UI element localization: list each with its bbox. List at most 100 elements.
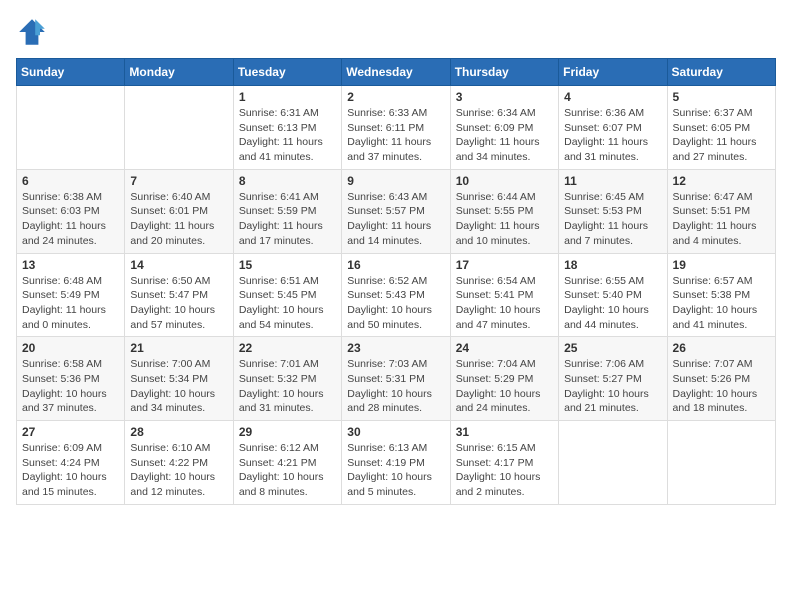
day-info: Sunrise: 7:04 AM Sunset: 5:29 PM Dayligh… [456, 357, 553, 416]
calendar-cell: 3 Sunrise: 6:34 AM Sunset: 6:09 PM Daylig… [450, 86, 558, 170]
day-number: 27 [22, 425, 119, 439]
calendar-cell: 13 Sunrise: 6:48 AM Sunset: 5:49 PM Dayli… [17, 253, 125, 337]
calendar-cell: 6 Sunrise: 6:38 AM Sunset: 6:03 PM Daylig… [17, 169, 125, 253]
calendar-cell [667, 421, 775, 505]
day-info: Sunrise: 6:40 AM Sunset: 6:01 PM Dayligh… [130, 190, 227, 249]
day-header-tuesday: Tuesday [233, 59, 341, 86]
day-info: Sunrise: 6:52 AM Sunset: 5:43 PM Dayligh… [347, 274, 444, 333]
day-info: Sunrise: 7:01 AM Sunset: 5:32 PM Dayligh… [239, 357, 336, 416]
calendar-cell: 15 Sunrise: 6:51 AM Sunset: 5:45 PM Dayli… [233, 253, 341, 337]
day-number: 22 [239, 341, 336, 355]
calendar-cell: 2Sunrise: 6:33 AM Sunset: 6:11 PM Daylig… [342, 86, 450, 170]
page-header [16, 16, 776, 48]
day-number: 30 [347, 425, 444, 439]
day-number: 20 [22, 341, 119, 355]
calendar-cell [559, 421, 667, 505]
day-info: Sunrise: 6:47 AM Sunset: 5:51 PM Dayligh… [673, 190, 770, 249]
calendar-cell: 14 Sunrise: 6:50 AM Sunset: 5:47 PM Dayli… [125, 253, 233, 337]
calendar-cell: 16 Sunrise: 6:52 AM Sunset: 5:43 PM Dayli… [342, 253, 450, 337]
day-number: 23 [347, 341, 444, 355]
day-number: 18 [564, 258, 661, 272]
day-header-wednesday: Wednesday [342, 59, 450, 86]
day-info: Sunrise: 6:57 AM Sunset: 5:38 PM Dayligh… [673, 274, 770, 333]
calendar-cell: 20 Sunrise: 6:58 AM Sunset: 5:36 PM Dayli… [17, 337, 125, 421]
day-info: Sunrise: 6:55 AM Sunset: 5:40 PM Dayligh… [564, 274, 661, 333]
calendar-cell: 1 Sunrise: 6:31 AM Sunset: 6:13 PM Daylig… [233, 86, 341, 170]
day-info: Sunrise: 6:34 AM Sunset: 6:09 PM Dayligh… [456, 106, 553, 165]
day-info: Sunrise: 6:37 AM Sunset: 6:05 PM Dayligh… [673, 106, 770, 165]
day-number: 11 [564, 174, 661, 188]
day-header-saturday: Saturday [667, 59, 775, 86]
logo-icon [16, 16, 48, 48]
day-info: Sunrise: 6:33 AM Sunset: 6:11 PM Dayligh… [347, 106, 444, 165]
calendar-cell: 10Sunrise: 6:44 AM Sunset: 5:55 PM Dayli… [450, 169, 558, 253]
calendar-cell [125, 86, 233, 170]
day-info: Sunrise: 6:45 AM Sunset: 5:53 PM Dayligh… [564, 190, 661, 249]
calendar-cell: 27 Sunrise: 6:09 AM Sunset: 4:24 PM Dayli… [17, 421, 125, 505]
calendar-cell: 23 Sunrise: 7:03 AM Sunset: 5:31 PM Dayli… [342, 337, 450, 421]
calendar-cell: 8Sunrise: 6:41 AM Sunset: 5:59 PM Daylig… [233, 169, 341, 253]
calendar-cell: 30 Sunrise: 6:13 AM Sunset: 4:19 PM Dayli… [342, 421, 450, 505]
calendar-cell: 19 Sunrise: 6:57 AM Sunset: 5:38 PM Dayli… [667, 253, 775, 337]
calendar-week-row: 20 Sunrise: 6:58 AM Sunset: 5:36 PM Dayli… [17, 337, 776, 421]
day-info: Sunrise: 6:58 AM Sunset: 5:36 PM Dayligh… [22, 357, 119, 416]
calendar-week-row: 13 Sunrise: 6:48 AM Sunset: 5:49 PM Dayli… [17, 253, 776, 337]
day-number: 21 [130, 341, 227, 355]
day-number: 1 [239, 90, 336, 104]
calendar-cell: 9Sunrise: 6:43 AM Sunset: 5:57 PM Daylig… [342, 169, 450, 253]
calendar-cell: 18 Sunrise: 6:55 AM Sunset: 5:40 PM Dayli… [559, 253, 667, 337]
day-number: 16 [347, 258, 444, 272]
day-info: Sunrise: 7:00 AM Sunset: 5:34 PM Dayligh… [130, 357, 227, 416]
calendar-cell: 22 Sunrise: 7:01 AM Sunset: 5:32 PM Dayli… [233, 337, 341, 421]
calendar-week-row: 6 Sunrise: 6:38 AM Sunset: 6:03 PM Daylig… [17, 169, 776, 253]
calendar-cell: 28Sunrise: 6:10 AM Sunset: 4:22 PM Dayli… [125, 421, 233, 505]
day-info: Sunrise: 6:48 AM Sunset: 5:49 PM Dayligh… [22, 274, 119, 333]
day-info: Sunrise: 6:54 AM Sunset: 5:41 PM Dayligh… [456, 274, 553, 333]
day-number: 9 [347, 174, 444, 188]
day-info: Sunrise: 6:31 AM Sunset: 6:13 PM Dayligh… [239, 106, 336, 165]
day-info: Sunrise: 6:36 AM Sunset: 6:07 PM Dayligh… [564, 106, 661, 165]
day-header-sunday: Sunday [17, 59, 125, 86]
calendar-table: SundayMondayTuesdayWednesdayThursdayFrid… [16, 58, 776, 505]
day-header-monday: Monday [125, 59, 233, 86]
calendar-cell: 17Sunrise: 6:54 AM Sunset: 5:41 PM Dayli… [450, 253, 558, 337]
day-number: 7 [130, 174, 227, 188]
calendar-cell: 31Sunrise: 6:15 AM Sunset: 4:17 PM Dayli… [450, 421, 558, 505]
calendar-week-row: 1 Sunrise: 6:31 AM Sunset: 6:13 PM Daylig… [17, 86, 776, 170]
day-number: 13 [22, 258, 119, 272]
day-number: 6 [22, 174, 119, 188]
day-number: 14 [130, 258, 227, 272]
calendar-header-row: SundayMondayTuesdayWednesdayThursdayFrid… [17, 59, 776, 86]
day-info: Sunrise: 6:41 AM Sunset: 5:59 PM Dayligh… [239, 190, 336, 249]
day-number: 19 [673, 258, 770, 272]
calendar-cell: 24 Sunrise: 7:04 AM Sunset: 5:29 PM Dayli… [450, 337, 558, 421]
day-number: 26 [673, 341, 770, 355]
day-info: Sunrise: 6:15 AM Sunset: 4:17 PM Dayligh… [456, 441, 553, 500]
day-number: 28 [130, 425, 227, 439]
day-number: 15 [239, 258, 336, 272]
calendar-cell [17, 86, 125, 170]
day-number: 29 [239, 425, 336, 439]
day-number: 24 [456, 341, 553, 355]
calendar-week-row: 27 Sunrise: 6:09 AM Sunset: 4:24 PM Dayli… [17, 421, 776, 505]
calendar-cell: 26Sunrise: 7:07 AM Sunset: 5:26 PM Dayli… [667, 337, 775, 421]
day-info: Sunrise: 6:13 AM Sunset: 4:19 PM Dayligh… [347, 441, 444, 500]
calendar-cell: 7 Sunrise: 6:40 AM Sunset: 6:01 PM Daylig… [125, 169, 233, 253]
day-info: Sunrise: 7:06 AM Sunset: 5:27 PM Dayligh… [564, 357, 661, 416]
calendar-cell: 11 Sunrise: 6:45 AM Sunset: 5:53 PM Dayli… [559, 169, 667, 253]
day-number: 12 [673, 174, 770, 188]
calendar-cell: 29 Sunrise: 6:12 AM Sunset: 4:21 PM Dayli… [233, 421, 341, 505]
calendar-cell: 21 Sunrise: 7:00 AM Sunset: 5:34 PM Dayli… [125, 337, 233, 421]
day-number: 3 [456, 90, 553, 104]
day-info: Sunrise: 6:38 AM Sunset: 6:03 PM Dayligh… [22, 190, 119, 249]
day-info: Sunrise: 6:44 AM Sunset: 5:55 PM Dayligh… [456, 190, 553, 249]
logo [16, 16, 52, 48]
calendar-cell: 12 Sunrise: 6:47 AM Sunset: 5:51 PM Dayli… [667, 169, 775, 253]
day-info: Sunrise: 6:12 AM Sunset: 4:21 PM Dayligh… [239, 441, 336, 500]
day-info: Sunrise: 6:51 AM Sunset: 5:45 PM Dayligh… [239, 274, 336, 333]
day-info: Sunrise: 6:09 AM Sunset: 4:24 PM Dayligh… [22, 441, 119, 500]
day-number: 4 [564, 90, 661, 104]
day-number: 25 [564, 341, 661, 355]
day-info: Sunrise: 6:50 AM Sunset: 5:47 PM Dayligh… [130, 274, 227, 333]
day-info: Sunrise: 7:03 AM Sunset: 5:31 PM Dayligh… [347, 357, 444, 416]
